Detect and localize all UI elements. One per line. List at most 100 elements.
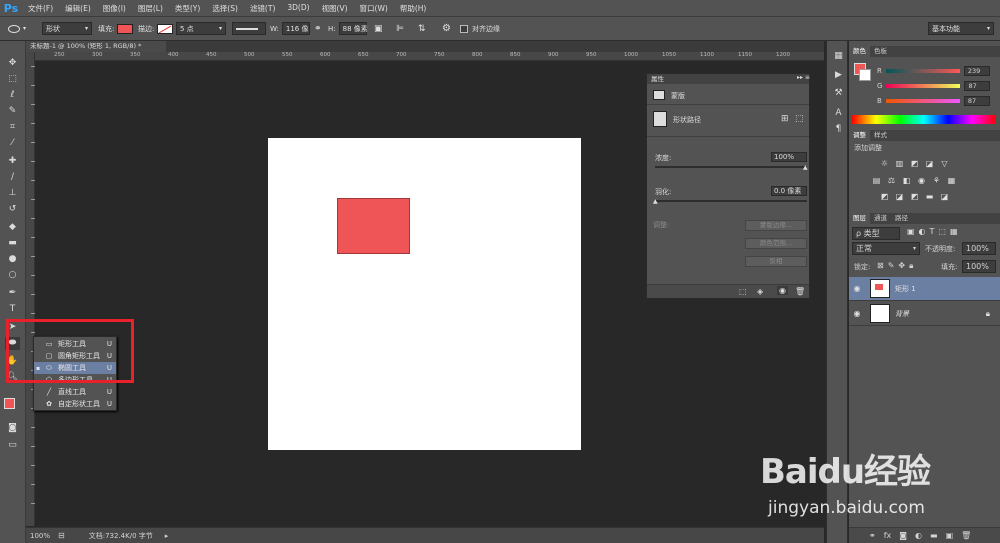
feather-slider[interactable] (655, 200, 807, 202)
menu-item[interactable]: 选择(S) (206, 3, 244, 14)
green-slider[interactable] (886, 84, 961, 88)
zoom-level[interactable]: 100% (30, 532, 50, 540)
tab-paths[interactable]: 路径 (891, 213, 912, 224)
tab-layers[interactable]: 图层 (849, 213, 870, 224)
dodge-tool-icon[interactable]: ○ (5, 269, 20, 282)
invert-button[interactable]: 反相 (745, 256, 807, 267)
brush-tool-icon[interactable]: ∕ (5, 171, 20, 184)
eraser-tool-icon[interactable]: ◆ (5, 221, 20, 234)
color-range-button[interactable]: 颜色范围... (745, 238, 807, 249)
path-alignment-icon[interactable]: ⊫ (396, 24, 404, 34)
load-selection-icon[interactable]: ⬚ (739, 287, 747, 296)
tab-adjustments[interactable]: 调整 (849, 130, 870, 141)
eye-icon[interactable]: ◉ (849, 284, 865, 293)
menu-item[interactable]: 图层(L) (132, 3, 169, 14)
blue-input[interactable]: 87 (963, 96, 990, 106)
status-menu-arrow-icon[interactable]: ▸ (165, 532, 169, 540)
color-lookup-icon[interactable]: ▦ (946, 176, 957, 186)
red-input[interactable]: 239 (963, 66, 990, 76)
move-tool-icon[interactable]: ✥ (5, 57, 20, 70)
red-slider[interactable] (885, 69, 960, 73)
tool-preset-picker[interactable]: ▾ (8, 21, 26, 36)
lock-icons[interactable]: ⊠✎✥🔒︎ (877, 261, 917, 271)
tab-color[interactable]: 颜色 (849, 46, 870, 57)
tab-channels[interactable]: 通道 (870, 213, 891, 224)
density-slider[interactable] (655, 166, 807, 168)
gradient-tool-icon[interactable]: ▬ (5, 237, 20, 250)
flyout-item[interactable]: ╱ 直线工具 U (34, 386, 116, 398)
blend-mode-select[interactable]: 正常 ▾ (852, 242, 920, 255)
mask-edge-button[interactable]: 蒙版边缘... (745, 220, 807, 231)
workspace-select[interactable]: 基本功能 ▾ (928, 22, 994, 35)
photo-filter-icon[interactable]: ◉ (916, 176, 927, 186)
invert-icon[interactable]: ◩ (879, 192, 890, 202)
eye-icon[interactable]: ◉ (849, 309, 865, 318)
levels-icon[interactable]: ▥ (894, 159, 905, 169)
green-input[interactable]: 87 (964, 81, 991, 91)
posterize-icon[interactable]: ◪ (894, 192, 905, 202)
fill-input[interactable]: 100% (962, 260, 996, 273)
brightness-icon[interactable]: ☼ (879, 159, 890, 169)
path-arrangement-icon[interactable]: ⇅ (418, 24, 426, 34)
stroke-width-field[interactable]: 5 点 ▾ (176, 22, 226, 35)
feather-slider-handle[interactable]: ▲ (653, 198, 658, 205)
threshold-icon[interactable]: ◩ (909, 192, 920, 202)
clone-stamp-icon[interactable]: ⊥ (5, 187, 20, 200)
foreground-color-swatch[interactable] (4, 398, 15, 409)
apply-mask-icon[interactable]: ◈ (757, 287, 763, 296)
menu-item[interactable]: 编辑(E) (59, 3, 97, 14)
layer-thumbnail[interactable] (870, 304, 890, 323)
quick-select-tool-icon[interactable]: ✎ (5, 105, 20, 118)
actions-icon[interactable]: ▶ (831, 69, 846, 82)
trash-icon[interactable]: 🗑︎ (795, 287, 805, 296)
lasso-tool-icon[interactable]: ℓ (5, 89, 20, 102)
crop-tool-icon[interactable]: ⌗ (5, 121, 20, 134)
select-mask-icon[interactable]: ⬚ (795, 114, 804, 124)
tool-mode-select[interactable]: 形状 ▾ (42, 22, 92, 35)
screen-mode-icon[interactable]: ▭ (5, 439, 20, 452)
path-operations-icon[interactable]: ▣ (374, 24, 383, 34)
layer-thumbnail[interactable] (870, 279, 890, 298)
vector-mask-thumbnail[interactable] (653, 111, 667, 127)
fill-color-swatch[interactable] (117, 23, 134, 34)
blue-slider[interactable] (885, 99, 960, 103)
tab-swatches[interactable]: 色板 (870, 46, 891, 57)
vibrance-icon[interactable]: ▽ (939, 159, 950, 169)
menu-item[interactable]: 帮助(H) (394, 3, 433, 14)
add-mask-icon[interactable]: ⊞ (781, 114, 789, 124)
opacity-input[interactable]: 100% (962, 242, 996, 255)
history-icon[interactable]: ▦ (831, 50, 846, 63)
menu-item[interactable]: 视图(V) (316, 3, 354, 14)
document-tab[interactable]: 未标题-1 @ 100% (矩形 1, RGB/8) * (26, 41, 166, 52)
layer-row[interactable]: ◉ 矩形 1 (849, 277, 1000, 301)
gear-icon[interactable]: ⚙ (442, 23, 451, 34)
panel-menu-icon[interactable]: ▸▸ ≡ (797, 74, 810, 81)
menu-item[interactable]: 窗口(W) (354, 3, 394, 14)
menu-item[interactable]: 类型(Y) (169, 3, 206, 14)
type-tool-icon[interactable]: T (5, 303, 20, 316)
pen-tool-icon[interactable]: ✒ (5, 287, 20, 300)
healing-brush-icon[interactable]: ✚ (5, 155, 20, 168)
rectangle-shape[interactable] (337, 198, 410, 254)
color-balance-icon[interactable]: ⚖ (886, 176, 897, 186)
menu-item[interactable]: 图像(I) (97, 3, 132, 14)
eyedropper-tool-icon[interactable]: ⁄ (5, 137, 20, 150)
selective-color-icon[interactable]: ◪ (939, 192, 950, 202)
quick-mask-icon[interactable]: ◙ (5, 422, 20, 435)
density-input[interactable]: 100% (771, 152, 807, 162)
layer-row[interactable]: ◉ 背景 🔒︎ (849, 302, 1000, 326)
layer-filter-icons[interactable]: ▣◐T⬚▦ (907, 227, 962, 236)
link-icon[interactable]: ⚭ (314, 24, 322, 34)
eye-icon[interactable]: ◉ (777, 286, 788, 295)
height-input[interactable]: 88 像素 (338, 22, 368, 35)
tab-styles[interactable]: 样式 (870, 130, 891, 141)
black-white-icon[interactable]: ◧ (901, 176, 912, 186)
menu-item[interactable]: 滤镜(T) (244, 3, 281, 14)
history-brush-icon[interactable]: ↺ (5, 203, 20, 216)
feather-input[interactable]: 0.0 像素 (771, 186, 807, 196)
menu-item[interactable]: 3D(D) (281, 3, 315, 14)
background-color-swatch[interactable] (859, 69, 871, 81)
layer-filter-select[interactable]: ρ 类型 (852, 227, 900, 240)
channel-mixer-icon[interactable]: ⚘ (931, 176, 942, 186)
marquee-tool-icon[interactable]: ⬚ (5, 73, 20, 86)
